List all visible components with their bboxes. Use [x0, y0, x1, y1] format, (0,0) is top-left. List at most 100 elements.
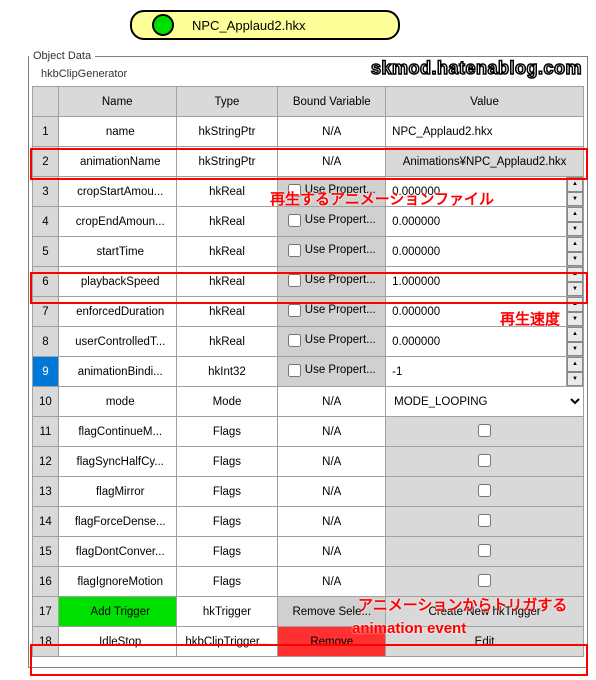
- remove-button[interactable]: Remove: [278, 627, 386, 657]
- flag-checkbox[interactable]: [478, 544, 491, 557]
- value-spinner[interactable]: ▲▼: [386, 207, 584, 237]
- flag-checkbox[interactable]: [478, 484, 491, 497]
- use-property-checkbox[interactable]: [288, 274, 301, 287]
- spinner-down[interactable]: ▼: [567, 252, 583, 267]
- row-index[interactable]: 10: [33, 387, 59, 417]
- row-index[interactable]: 6: [33, 267, 59, 297]
- property-name: name: [58, 117, 176, 147]
- row-index[interactable]: 16: [33, 567, 59, 597]
- property-name: IdleStop: [58, 627, 176, 657]
- header-type[interactable]: Type: [176, 87, 278, 117]
- value-spinner[interactable]: ▲▼: [386, 177, 584, 207]
- row-index[interactable]: 12: [33, 447, 59, 477]
- spinner-input[interactable]: [386, 357, 567, 386]
- table-row: 16flagIgnoreMotionFlagsN/A: [33, 567, 584, 597]
- value-flag[interactable]: [386, 477, 584, 507]
- header-value[interactable]: Value: [386, 87, 584, 117]
- bound-use-property[interactable]: Use Propert...: [278, 177, 386, 207]
- property-type: hkStringPtr: [176, 147, 278, 177]
- edit-trigger-button[interactable]: Edit: [386, 627, 584, 657]
- spinner-input[interactable]: [386, 297, 567, 326]
- row-index[interactable]: 13: [33, 477, 59, 507]
- spinner-input[interactable]: [386, 207, 567, 236]
- header-bound[interactable]: Bound Variable: [278, 87, 386, 117]
- value-spinner[interactable]: ▲▼: [386, 327, 584, 357]
- property-name: flagMirror: [58, 477, 176, 507]
- spinner-up[interactable]: ▲: [567, 357, 583, 372]
- use-property-checkbox[interactable]: [288, 214, 301, 227]
- spinner-down[interactable]: ▼: [567, 192, 583, 207]
- use-property-checkbox[interactable]: [288, 244, 301, 257]
- property-name: startTime: [58, 237, 176, 267]
- row-index[interactable]: 17: [33, 597, 59, 627]
- bound-use-property[interactable]: Use Propert...: [278, 237, 386, 267]
- value-flag[interactable]: [386, 567, 584, 597]
- spinner-input[interactable]: [386, 267, 567, 296]
- spinner-up[interactable]: ▲: [567, 327, 583, 342]
- row-index[interactable]: 2: [33, 147, 59, 177]
- mode-select[interactable]: MODE_LOOPING: [386, 387, 583, 416]
- value-spinner[interactable]: ▲▼: [386, 237, 584, 267]
- property-type: Flags: [176, 477, 278, 507]
- value-flag[interactable]: [386, 507, 584, 537]
- row-index[interactable]: 3: [33, 177, 59, 207]
- bound-na: N/A: [278, 567, 386, 597]
- top-node[interactable]: NPC_Applaud2.hkx: [130, 10, 400, 40]
- value-spinner[interactable]: ▲▼: [386, 357, 584, 387]
- flag-checkbox[interactable]: [478, 514, 491, 527]
- use-property-label: Use Propert...: [305, 184, 376, 196]
- row-index[interactable]: 15: [33, 537, 59, 567]
- row-index[interactable]: 9: [33, 357, 59, 387]
- use-property-checkbox[interactable]: [288, 304, 301, 317]
- property-name: animationName: [58, 147, 176, 177]
- value-flag[interactable]: [386, 417, 584, 447]
- row-index[interactable]: 1: [33, 117, 59, 147]
- row-index[interactable]: 7: [33, 297, 59, 327]
- property-name: flagForceDense...: [58, 507, 176, 537]
- bound-use-property[interactable]: Use Propert...: [278, 207, 386, 237]
- bound-use-property[interactable]: Use Propert...: [278, 357, 386, 387]
- property-name: flagIgnoreMotion: [58, 567, 176, 597]
- spinner-input[interactable]: [386, 237, 567, 266]
- row-index[interactable]: 5: [33, 237, 59, 267]
- row-index[interactable]: 4: [33, 207, 59, 237]
- spinner-down[interactable]: ▼: [567, 222, 583, 237]
- spinner-up[interactable]: ▲: [567, 267, 583, 282]
- header-name[interactable]: Name: [58, 87, 176, 117]
- row-index[interactable]: 14: [33, 507, 59, 537]
- value-spinner[interactable]: ▲▼: [386, 267, 584, 297]
- flag-checkbox[interactable]: [478, 424, 491, 437]
- use-property-checkbox[interactable]: [288, 334, 301, 347]
- bound-use-property[interactable]: Use Propert...: [278, 327, 386, 357]
- spinner-input[interactable]: [386, 177, 567, 206]
- table-row: 1namehkStringPtrN/ANPC_Applaud2.hkx: [33, 117, 584, 147]
- flag-checkbox[interactable]: [478, 574, 491, 587]
- property-type: hkStringPtr: [176, 117, 278, 147]
- spinner-up[interactable]: ▲: [567, 297, 583, 312]
- use-property-checkbox[interactable]: [288, 364, 301, 377]
- spinner-input[interactable]: [386, 327, 567, 356]
- value-flag[interactable]: [386, 447, 584, 477]
- row-index[interactable]: 18: [33, 627, 59, 657]
- value-spinner[interactable]: ▲▼: [386, 297, 584, 327]
- spinner-down[interactable]: ▼: [567, 372, 583, 387]
- bound-use-property[interactable]: Use Propert...: [278, 297, 386, 327]
- value-flag[interactable]: [386, 537, 584, 567]
- spinner-down[interactable]: ▼: [567, 282, 583, 297]
- spinner-down[interactable]: ▼: [567, 342, 583, 357]
- spinner-up[interactable]: ▲: [567, 237, 583, 252]
- bound-use-property[interactable]: Use Propert...: [278, 267, 386, 297]
- properties-table: Name Type Bound Variable Value 1namehkSt…: [32, 86, 584, 657]
- property-type: hkReal: [176, 327, 278, 357]
- flag-checkbox[interactable]: [478, 454, 491, 467]
- class-name-label: hkbClipGenerator: [41, 68, 587, 80]
- spinner-up[interactable]: ▲: [567, 207, 583, 222]
- add-trigger-button[interactable]: Add Trigger: [58, 597, 176, 627]
- row-index[interactable]: 11: [33, 417, 59, 447]
- use-property-checkbox[interactable]: [288, 184, 301, 197]
- remove-selected-button[interactable]: Remove Sele...: [278, 597, 386, 627]
- spinner-down[interactable]: ▼: [567, 312, 583, 327]
- row-index[interactable]: 8: [33, 327, 59, 357]
- value-select[interactable]: MODE_LOOPING: [386, 387, 584, 417]
- spinner-up[interactable]: ▲: [567, 177, 583, 192]
